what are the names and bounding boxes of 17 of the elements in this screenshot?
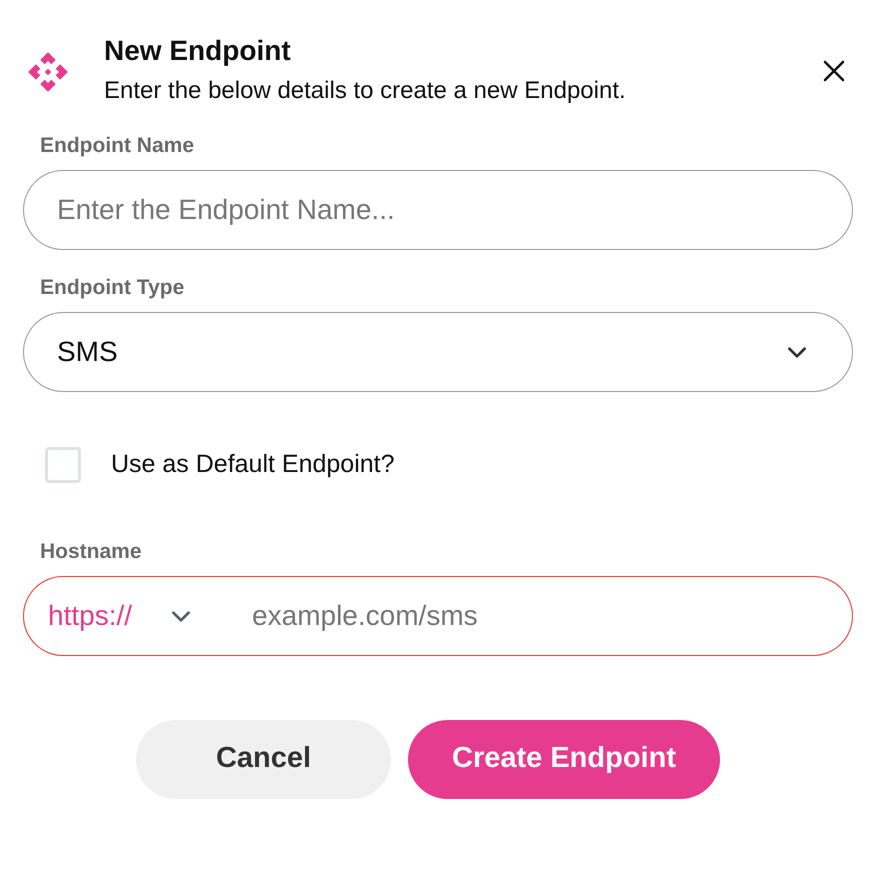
endpoint-name-field[interactable]: Enter the Endpoint Name... [23, 170, 853, 250]
dialog-subtitle: Enter the below details to create a new Endpoint. [104, 76, 627, 106]
close-button[interactable] [821, 58, 847, 84]
create-button[interactable]: Create Endpoint [408, 720, 720, 798]
close-icon [822, 59, 846, 83]
field-label: Hostname [40, 538, 143, 564]
protocol-select[interactable]: https:// [48, 594, 194, 636]
dialog-title: New Endpoint [104, 34, 292, 68]
hostname-field[interactable]: https:// example.com/sms [23, 576, 853, 656]
logo-icon [26, 50, 70, 94]
field-label: Endpoint Name [40, 133, 196, 159]
field-label: Endpoint Type [40, 275, 186, 301]
hostname-placeholder: example.com/sms [252, 598, 478, 633]
endpoint-type-select[interactable]: SMS [23, 312, 853, 392]
cancel-button[interactable]: Cancel [136, 720, 391, 798]
checkbox[interactable] [45, 446, 81, 483]
checkbox-label: Use as Default Endpoint? [111, 449, 395, 480]
